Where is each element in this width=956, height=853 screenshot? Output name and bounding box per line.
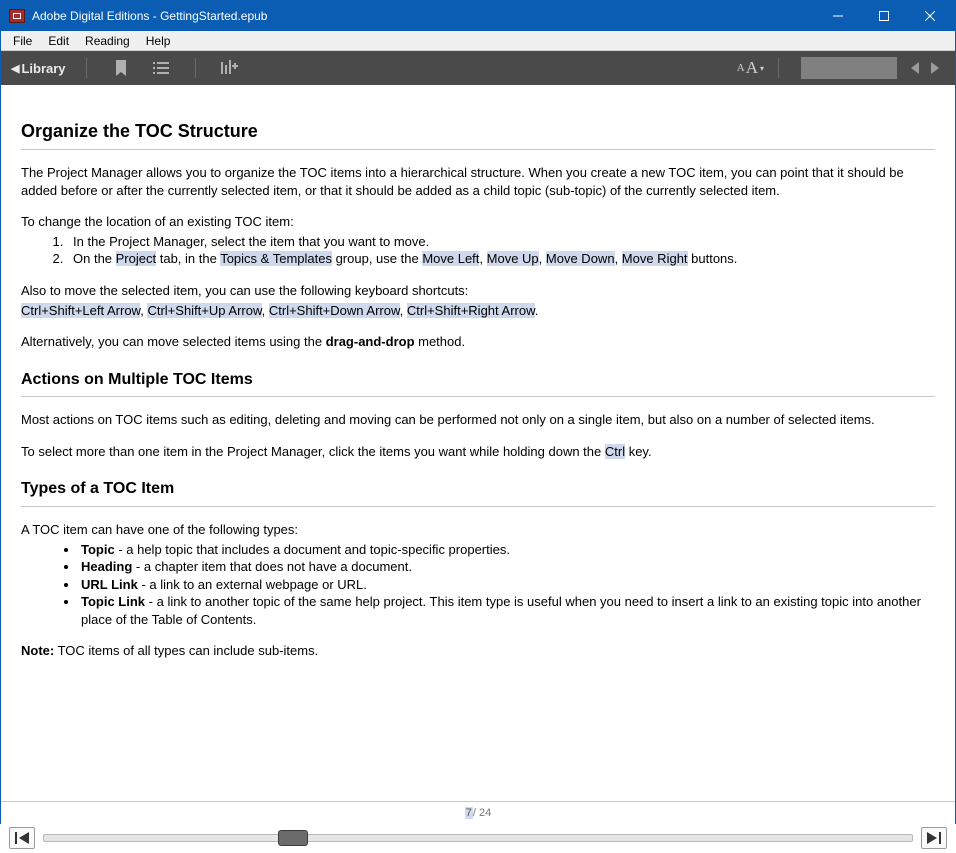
page-search-input[interactable] [801, 57, 897, 79]
app-icon [9, 9, 25, 23]
divider [21, 506, 935, 507]
toolbar: ◀ Library A A ▾ [1, 51, 955, 85]
list-item: Topic - a help topic that includes a doc… [79, 541, 935, 559]
font-size-button[interactable]: A A ▾ [737, 58, 764, 78]
paragraph: To change the location of an existing TO… [21, 213, 935, 231]
font-small-icon: A [737, 62, 745, 74]
list-item: In the Project Manager, select the item … [67, 233, 935, 251]
heading-organize: Organize the TOC Structure [21, 119, 935, 143]
titlebar[interactable]: Adobe Digital Editions - GettingStarted.… [1, 1, 955, 31]
page-slider[interactable] [43, 834, 913, 842]
heading-types: Types of a TOC Item [21, 478, 935, 500]
next-page-arrow[interactable] [925, 58, 945, 78]
prev-page-arrow[interactable] [905, 58, 925, 78]
current-page: 7 [465, 807, 473, 819]
ui-ref: Topics & Templates [220, 251, 332, 266]
ui-ref: Move Left [422, 251, 479, 266]
kbd: Ctrl+Shift+Right Arrow [407, 303, 535, 318]
paragraph: Ctrl+Shift+Left Arrow, Ctrl+Shift+Up Arr… [21, 302, 935, 320]
menu-edit[interactable]: Edit [40, 33, 77, 49]
minimize-button[interactable] [815, 1, 861, 31]
paragraph: To select more than one item in the Proj… [21, 443, 935, 461]
kbd: Ctrl [605, 444, 625, 459]
list-item: Heading - a chapter item that does not h… [79, 558, 935, 576]
footer-nav [1, 823, 955, 853]
menu-help[interactable]: Help [138, 33, 179, 49]
paragraph: The Project Manager allows you to organi… [21, 164, 935, 199]
kbd: Ctrl+Shift+Left Arrow [21, 303, 140, 318]
bullet-list: Topic - a help topic that includes a doc… [21, 541, 935, 629]
back-arrow-icon: ◀ [11, 62, 19, 75]
list-item: Topic Link - a link to another topic of … [79, 593, 935, 628]
paragraph: Also to move the selected item, you can … [21, 282, 935, 300]
next-chapter-button[interactable] [921, 827, 947, 849]
toc-list-icon[interactable] [151, 58, 171, 78]
reading-pane[interactable]: Organize the TOC Structure The Project M… [1, 85, 955, 801]
dropdown-caret-icon: ▾ [760, 64, 764, 73]
library-button[interactable]: ◀ Library [11, 61, 72, 76]
divider [21, 396, 935, 397]
separator [195, 58, 196, 78]
bookmark-icon[interactable] [111, 58, 131, 78]
paragraph: Alternatively, you can move selected ite… [21, 333, 935, 351]
ui-ref: Move Right [622, 251, 688, 266]
list-item: On the Project tab, in the Topics & Temp… [67, 250, 935, 268]
menu-reading[interactable]: Reading [77, 33, 138, 49]
separator [778, 58, 779, 78]
add-bookmark-icon[interactable] [220, 58, 240, 78]
kbd: Ctrl+Shift+Down Arrow [269, 303, 400, 318]
heading-actions: Actions on Multiple TOC Items [21, 369, 935, 391]
ui-ref: Move Down [546, 251, 615, 266]
ui-ref: Project [116, 251, 156, 266]
page-total: / 24 [473, 807, 491, 819]
paragraph: Most actions on TOC items such as editin… [21, 411, 935, 429]
separator [86, 58, 87, 78]
list-item: URL Link - a link to an external webpage… [79, 576, 935, 594]
library-label: Library [21, 61, 65, 76]
status-bar: 7 / 24 [1, 801, 955, 823]
ordered-list: In the Project Manager, select the item … [21, 233, 935, 268]
window-title: Adobe Digital Editions - GettingStarted.… [32, 9, 815, 23]
paragraph: A TOC item can have one of the following… [21, 521, 935, 539]
prev-chapter-button[interactable] [9, 827, 35, 849]
menu-file[interactable]: File [5, 33, 40, 49]
font-large-icon: A [746, 58, 758, 78]
maximize-button[interactable] [861, 1, 907, 31]
divider [21, 149, 935, 150]
paragraph: Note: TOC items of all types can include… [21, 642, 935, 660]
slider-thumb[interactable] [278, 830, 308, 846]
ui-ref: Move Up [487, 251, 539, 266]
close-button[interactable] [907, 1, 953, 31]
menubar: File Edit Reading Help [1, 31, 955, 51]
kbd: Ctrl+Shift+Up Arrow [147, 303, 261, 318]
